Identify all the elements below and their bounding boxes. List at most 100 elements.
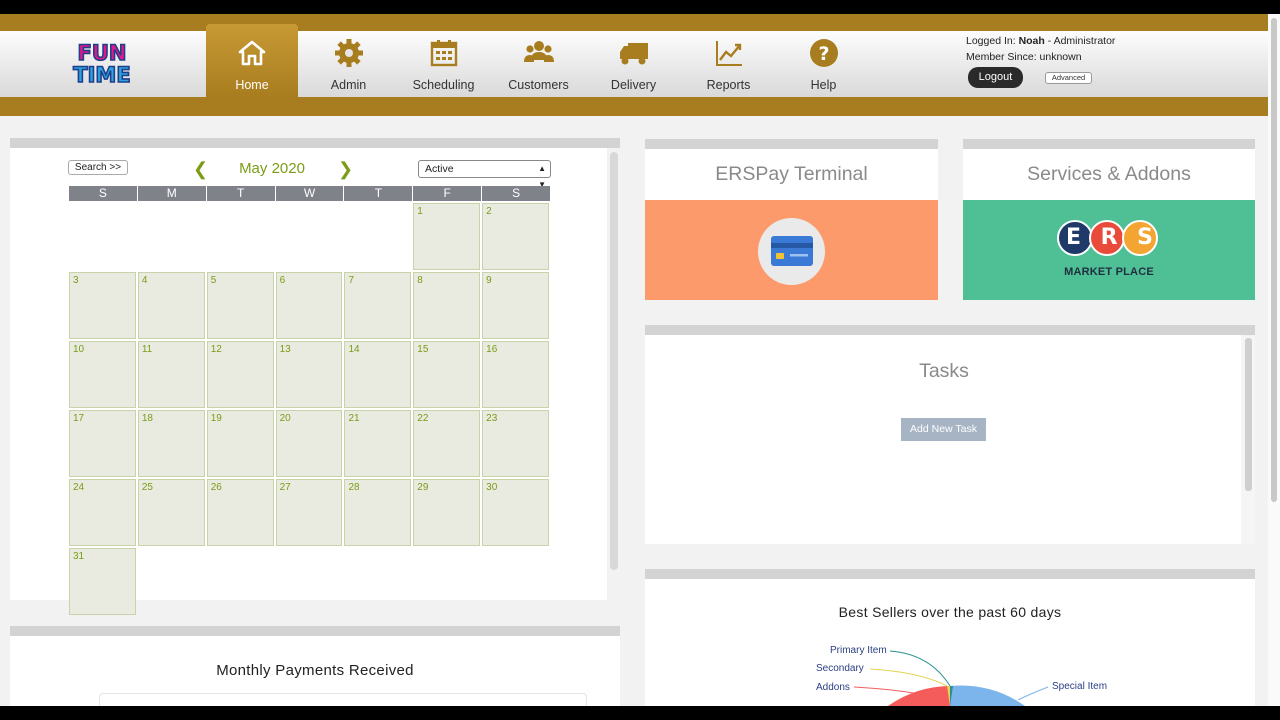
weekday-label: M [137,186,206,201]
calendar-day-cell[interactable]: 9 [482,272,550,339]
calendar-day-cell[interactable]: 16 [482,341,550,408]
calendar-day-cell[interactable]: 20 [275,410,343,477]
pie-label-addons: Addons [816,682,850,693]
pie-slice-addons[interactable] [888,686,950,706]
weekday-label: W [275,186,344,201]
bestsellers-title: Best Sellers over the past 60 days [838,604,1062,620]
calendar-week-row: 12 [69,203,551,270]
logout-button[interactable]: Logout [968,67,1023,88]
app-screen: FUN TIME Home Admin Scheduling Customers… [0,14,1280,706]
ers-letter-e: E [1066,225,1082,250]
main-nav: Home Admin Scheduling Customers Delivery… [206,24,871,97]
nav-admin-label: Admin [330,78,367,92]
page-scrollbar[interactable] [1268,14,1280,706]
calendar-week-row: 3456789 [69,272,551,339]
calendar-week-row: 17 18 19 20 21 22 23 [69,410,551,477]
calendar-empty-cell [344,548,411,615]
nav-reports[interactable]: Reports [681,24,776,97]
home-icon [238,40,266,66]
calendar-icon [430,40,457,67]
calendar-month-title: May 2020 [239,160,305,177]
page-scrollbar-thumb[interactable] [1271,18,1277,502]
calendar-week-row: 10 11 12 13 14 15 16 [69,341,551,408]
add-new-task-button[interactable]: Add New Task [901,418,986,441]
calendar-day-cell[interactable]: 17 [69,410,136,477]
nav-scheduling[interactable]: Scheduling [396,24,491,97]
calendar-day-cell[interactable]: 5 [206,272,274,339]
leader-line-primary [889,650,951,687]
calendar-day-cell[interactable]: 3 [69,272,136,339]
calendar-day-cell[interactable]: 13 [275,341,343,408]
nav-delivery-label: Delivery [610,78,657,92]
calendar-day-cell[interactable]: 12 [206,341,274,408]
calendar-day-cell[interactable]: 19 [206,410,274,477]
monthly-payments-chart [99,693,587,706]
nav-home[interactable]: Home [206,24,298,97]
nav-customers[interactable]: Customers [491,24,586,97]
calendar-day-cell[interactable]: 30 [482,479,550,546]
calendar-day-cell[interactable]: 4 [137,272,205,339]
calendar-day-cell[interactable]: 6 [275,272,343,339]
calendar-day-cell[interactable]: 24 [69,479,136,546]
nav-delivery[interactable]: Delivery [586,24,681,97]
weekday-label: T [344,186,413,201]
user-info: Logged In: Noah - Administrator Member S… [966,33,1115,65]
calendar-grid: S M T W T F S 1 2 3 4 5 6 7 8 9 10 11 12 13 14 15 16 17 1… [69,186,551,615]
logo-graphic: FUN TIME [73,40,132,88]
svg-text:TIME: TIME [73,63,130,86]
calendar-day-cell[interactable]: 15 [413,341,481,408]
users-icon [523,41,554,62]
calendar-day-cell[interactable]: 21 [344,410,412,477]
nav-home-label: Home [235,78,269,92]
calendar-day-cell[interactable]: 7 [344,272,412,339]
nav-customers-label: Customers [508,78,569,92]
monthly-panel-bar [10,626,620,636]
pie-slice-special[interactable] [950,685,1025,706]
calendar-day-cell[interactable]: 18 [137,410,205,477]
calendar-day-cell[interactable]: 10 [69,341,136,408]
chevron-left-icon[interactable]: ❮ [193,159,209,179]
calendar-day-cell[interactable]: 2 [482,203,550,270]
calendar-day-cell[interactable]: 14 [344,341,412,408]
ers-letter-r: R [1100,225,1118,250]
ers-letter-s: S [1137,225,1153,250]
calendar-day-cell[interactable]: 26 [206,479,274,546]
leader-line-special [1017,686,1049,701]
calendar-day-cell[interactable]: 31 [69,548,136,615]
calendar-search-button[interactable]: Search >> [68,160,128,175]
fun-time-logo[interactable]: FUN TIME [64,38,140,88]
calendar-day-cell[interactable]: 22 [413,410,481,477]
calendar-day-cell[interactable]: 25 [137,479,205,546]
leader-line-addons [853,686,921,695]
calendar-day-cell[interactable]: 28 [344,479,412,546]
calendar-empty-cell [138,203,205,270]
nav-admin[interactable]: Admin [301,24,396,97]
bestsellers-panel-bar [645,569,1255,579]
erspay-title: ERSPay Terminal [715,163,868,185]
tasks-panel-bar [645,325,1255,335]
market-place-label: MARKET PLACE [1064,266,1154,278]
weekday-label: T [206,186,275,201]
calendar-day-cell[interactable]: 8 [413,272,481,339]
weekday-label: S [482,186,551,201]
calendar-empty-cell [138,548,205,615]
calendar-day-cell[interactable]: 1 [413,203,481,270]
calendar-empty-cell [207,548,274,615]
calendar-day-cell[interactable]: 11 [137,341,205,408]
status-select[interactable]: Active ▲ ▼ [418,160,551,189]
calendar-day-cell[interactable]: 29 [413,479,481,546]
member-since: Member Since: unknown [966,51,1082,63]
tasks-scrollbar[interactable] [1245,338,1252,491]
header-bottom-stripe [0,97,1268,116]
advanced-button[interactable]: Advanced [1045,72,1092,84]
gear-icon [334,39,363,67]
services-panel-bar [963,139,1255,149]
nav-help[interactable]: ? Help [776,24,871,97]
calendar-week-row: 24 25 26 27 28 29 30 [69,479,551,546]
calendar-week-row: 31 [69,548,551,615]
svg-text:?: ? [818,43,829,65]
chevron-right-icon[interactable]: ❯ [338,159,354,179]
calendar-scrollbar[interactable] [610,152,618,570]
calendar-day-cell[interactable]: 27 [275,479,343,546]
calendar-day-cell[interactable]: 23 [482,410,550,477]
